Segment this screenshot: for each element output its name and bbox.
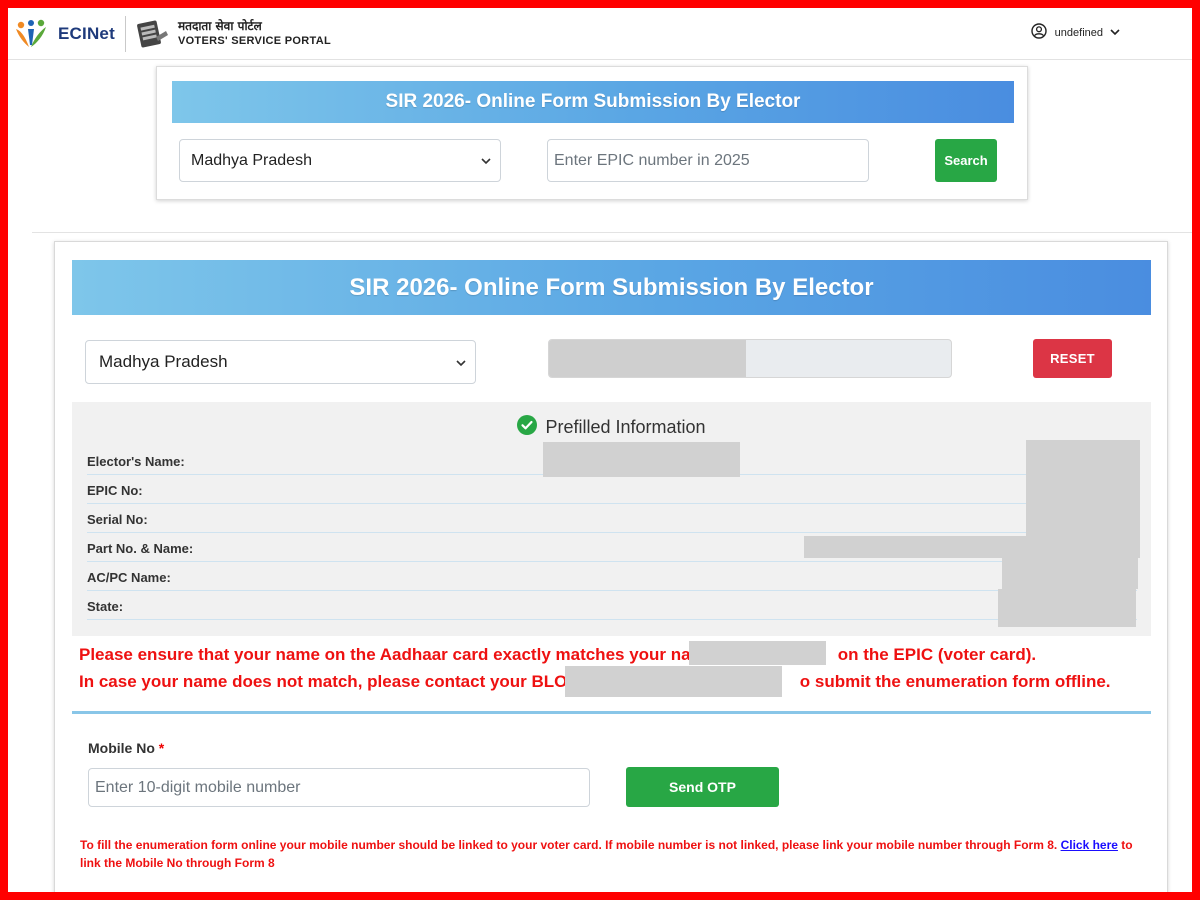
mobile-label: Mobile No * <box>88 740 164 756</box>
info-label: EPIC No: <box>87 483 143 498</box>
evm-icon <box>136 17 170 51</box>
required-mark: * <box>158 740 165 756</box>
info-row-ac-pc-name: AC/PC Name: <box>87 562 1137 591</box>
chevron-down-icon <box>456 352 466 372</box>
redacted-block <box>689 641 826 665</box>
info-row-epic-no: EPIC No: <box>87 475 1137 504</box>
chevron-down-icon <box>481 152 491 170</box>
form8-link[interactable]: Click here <box>1061 838 1118 852</box>
reset-button[interactable]: RESET <box>1033 339 1112 378</box>
redacted-block <box>543 442 740 477</box>
page-frame: ECINet मतदाता सेवा पोर्टल VOTERS' SERVIC… <box>8 8 1192 892</box>
epic-progress-bar <box>548 339 952 378</box>
prefill-heading: Prefilled Information <box>72 415 1151 440</box>
mobile-label-text: Mobile No <box>88 740 155 756</box>
portal-title-hindi: मतदाता सेवा पोर्टल <box>177 19 262 33</box>
top-header: ECINet मतदाता सेवा पोर्टल VOTERS' SERVIC… <box>8 8 1192 60</box>
user-circle-icon <box>1030 23 1047 42</box>
user-menu[interactable]: undefined <box>1030 23 1120 42</box>
mobile-input[interactable]: Enter 10-digit mobile number <box>88 768 590 807</box>
portal-title-english: VOTERS' SERVICE PORTAL <box>177 35 331 47</box>
epic-input[interactable]: Enter EPIC number in 2025 <box>547 139 869 182</box>
search-button[interactable]: Search <box>935 139 997 182</box>
enumeration-card-title: SIR 2026- Online Form Submission By Elec… <box>72 260 1151 315</box>
name-match-warning: Please ensure that your name on the Aadh… <box>79 645 1036 665</box>
info-label: AC/PC Name: <box>87 570 171 585</box>
note-text: To fill the enumeration form online your… <box>80 838 1058 852</box>
logo-divider <box>124 16 126 52</box>
info-label: State: <box>87 599 124 614</box>
redacted-block <box>1002 557 1138 589</box>
state-select[interactable]: Madhya Pradesh <box>179 139 501 182</box>
state-select-value: Madhya Pradesh <box>191 151 312 169</box>
info-label: Elector's Name: <box>87 454 185 469</box>
send-otp-button[interactable]: Send OTP <box>626 767 779 807</box>
redacted-block <box>804 536 1140 558</box>
portal-title: मतदाता सेवा पोर्टल VOTERS' SERVICE PORTA… <box>178 19 331 49</box>
prefilled-information-panel: Prefilled Information Elector's Name: EP… <box>72 402 1151 636</box>
redacted-block <box>1026 440 1140 538</box>
user-name: undefined <box>1054 26 1103 39</box>
chevron-down-icon <box>1110 27 1120 39</box>
state-select-main-value: Madhya Pradesh <box>99 352 228 371</box>
check-circle-icon <box>517 415 538 440</box>
mobile-input-placeholder: Enter 10-digit mobile number <box>95 778 301 796</box>
form8-note: To fill the enumeration form online your… <box>80 836 1150 872</box>
search-card-title: SIR 2026- Online Form Submission By Elec… <box>172 81 1014 123</box>
epic-input-placeholder: Enter EPIC number in 2025 <box>554 151 750 169</box>
progress-fill <box>549 340 746 377</box>
eci-logo-icon <box>12 15 50 53</box>
info-row-state: State: <box>87 591 1137 620</box>
prefill-heading-text: Prefilled Information <box>545 417 706 437</box>
info-label: Serial No: <box>87 512 148 527</box>
brand-area[interactable]: ECINet मतदाता सेवा पोर्टल VOTERS' SERVIC… <box>12 14 331 54</box>
search-card: SIR 2026- Online Form Submission By Elec… <box>156 66 1028 200</box>
info-row-serial-no: Serial No: <box>87 504 1137 533</box>
redacted-block <box>998 589 1136 627</box>
warning-line1-end: on the EPIC (voter card). <box>837 645 1037 664</box>
warning-line2-end: o submit the enumeration form offline. <box>799 672 1111 691</box>
section-divider <box>32 232 1192 233</box>
state-select-main[interactable]: Madhya Pradesh <box>85 340 476 384</box>
enumeration-card: SIR 2026- Online Form Submission By Elec… <box>54 241 1168 892</box>
warning-line2-start: In case your name does not match, please… <box>79 672 578 691</box>
warning-line1-start: Please ensure that your name on the Aadh… <box>79 645 706 664</box>
brand-name: ECINet <box>58 24 115 43</box>
section-rule <box>72 711 1151 714</box>
info-label: Part No. & Name: <box>87 541 194 556</box>
redacted-block <box>565 666 782 697</box>
